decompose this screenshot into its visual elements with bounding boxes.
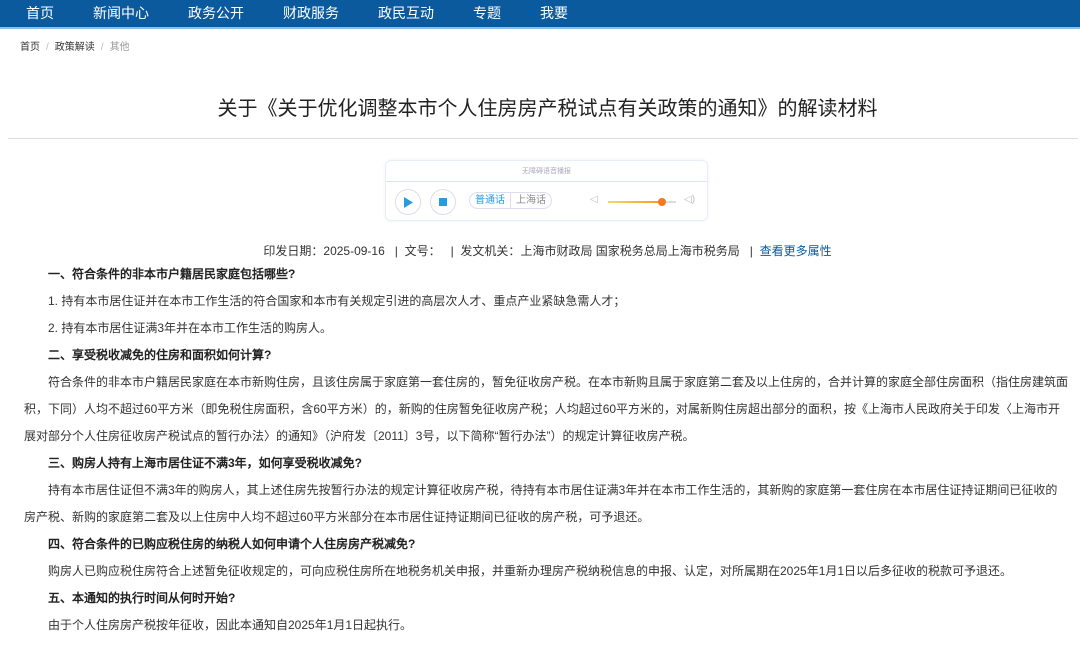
divider	[8, 138, 1078, 139]
doc-meta: 印发日期：2025-09-16 | 文号： | 发文机关：上海市财政局 国家税务…	[0, 242, 1080, 259]
docno-label: 文号：	[404, 244, 441, 258]
nav-topics[interactable]: 专题	[473, 0, 501, 27]
more-attributes-link[interactable]: 查看更多属性	[760, 244, 832, 258]
nav-home[interactable]: 首页	[26, 0, 54, 27]
section-heading: 五、本通知的执行时间从何时开始?	[48, 591, 236, 605]
breadcrumb-home[interactable]: 首页	[20, 42, 40, 53]
nav-i-want[interactable]: 我要	[540, 0, 568, 27]
breadcrumb-sep: /	[100, 42, 104, 53]
volume-slider[interactable]	[608, 198, 676, 206]
audio-player: 无障碍语音播报 普通话 上海话 ◁ ◁)	[385, 160, 708, 221]
nav-gov-affairs[interactable]: 政务公开	[188, 0, 244, 27]
sep: |	[394, 244, 398, 258]
volume-fill	[608, 201, 663, 203]
sep: |	[749, 244, 753, 258]
breadcrumb-policy[interactable]: 政策解读	[55, 42, 95, 53]
volume-knob[interactable]	[658, 198, 667, 206]
paragraph: 购房人已购应税住房符合上述暂免征收规定的，可向应税住房所在地税务机关申报，并重新…	[48, 564, 1013, 578]
section-heading: 三、购房人持有上海市居住证不满3年，如何享受税收减免?	[48, 456, 363, 470]
nav-interaction[interactable]: 政民互动	[378, 0, 434, 27]
player-title: 无障碍语音播报	[386, 161, 707, 182]
section-heading: 二、享受税收减免的住房和面积如何计算?	[48, 348, 272, 362]
breadcrumb-current: 其他	[109, 42, 130, 53]
paragraph: 持有本市居住证但不满3年的购房人，其上述住房先按暂行办法的规定计算征收房产税，待…	[24, 483, 1058, 524]
nav-finance[interactable]: 财政服务	[283, 0, 339, 27]
paragraph: 1. 持有本市居住证并在本市工作生活的符合国家和本市有关规定引进的高层次人才、重…	[48, 294, 626, 308]
section-heading: 一、符合条件的非本市户籍居民家庭包括哪些?	[48, 267, 296, 281]
volume-low-icon: ◁	[590, 194, 598, 205]
top-nav: 首页 新闻中心 政务公开 财政服务 政民互动 专题 我要	[0, 0, 1080, 29]
date-label: 印发日期：	[263, 244, 324, 258]
page-title: 关于《关于优化调整本市个人住房房产税试点有关政策的通知》的解读材料	[217, 98, 878, 120]
lang-mandarin[interactable]: 普通话	[470, 193, 511, 208]
article-body: 一、符合条件的非本市户籍居民家庭包括哪些? 1. 持有本市居住证并在本市工作生活的…	[24, 261, 1068, 639]
language-toggle: 普通话 上海话	[469, 192, 552, 209]
issuer-label: 发文机关：	[460, 244, 521, 258]
paragraph: 由于个人住房房产税按年征收，因此本通知自2025年1月1日起执行。	[48, 618, 413, 632]
date-value: 2025-09-16	[323, 244, 385, 258]
lang-shanghainese[interactable]: 上海话	[511, 193, 551, 208]
play-button[interactable]	[395, 189, 421, 215]
stop-icon	[439, 198, 447, 206]
paragraph: 符合条件的非本市户籍居民家庭在本市新购住房，且该住房属于家庭第一套住房的，暂免征…	[24, 375, 1069, 443]
volume-high-icon: ◁)	[684, 194, 696, 205]
paragraph: 2. 持有本市居住证满3年并在本市工作生活的购房人。	[48, 321, 333, 335]
nav-news[interactable]: 新闻中心	[93, 0, 149, 27]
breadcrumb: 首页 / 政策解读 / 其他	[20, 38, 130, 53]
breadcrumb-sep: /	[46, 42, 49, 53]
sep: |	[450, 244, 454, 258]
section-heading: 四、符合条件的已购应税住房的纳税人如何申请个人住房房产税减免?	[48, 537, 416, 551]
issuer-value: 上海市财政局 国家税务总局上海市税务局	[520, 244, 740, 258]
play-icon	[404, 196, 413, 208]
stop-button[interactable]	[430, 189, 456, 215]
